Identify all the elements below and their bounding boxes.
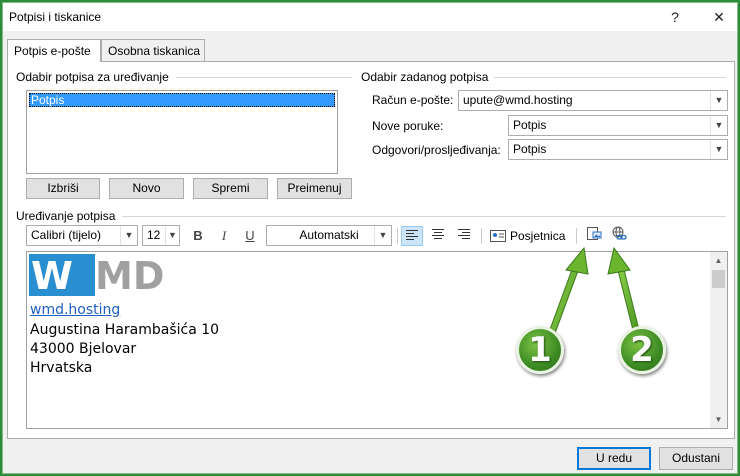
scroll-thumb[interactable] bbox=[712, 270, 725, 288]
align-left-icon[interactable] bbox=[401, 226, 423, 246]
chevron-down-icon: ▼ bbox=[120, 226, 137, 245]
edit-signature-heading: Uređivanje potpisa bbox=[16, 209, 116, 223]
default-signature-heading: Odabir zadanog potpisa bbox=[361, 70, 489, 84]
font-color-value: Automatski bbox=[299, 228, 359, 242]
signature-list[interactable]: Potpis bbox=[26, 90, 338, 174]
wmd-logo: W MD bbox=[29, 254, 185, 298]
underline-button[interactable]: U bbox=[240, 226, 260, 246]
tab-personal-stationery[interactable]: Osobna tiskanica bbox=[101, 39, 205, 61]
editor-scrollbar[interactable]: ▲ ▼ bbox=[710, 252, 727, 428]
font-color-select[interactable]: Automatski ▼ bbox=[266, 225, 392, 246]
account-select[interactable]: upute@wmd.hosting ▼ bbox=[458, 90, 728, 111]
scroll-down-icon[interactable]: ▼ bbox=[710, 411, 727, 428]
insert-picture-icon[interactable] bbox=[583, 226, 605, 246]
ok-button[interactable]: U redu bbox=[577, 447, 651, 470]
list-item[interactable]: Potpis bbox=[29, 93, 335, 107]
chevron-down-icon: ▼ bbox=[374, 226, 391, 245]
divider bbox=[176, 77, 352, 78]
replies-label: Odgovori/prosljeđivanja: bbox=[372, 143, 501, 157]
title-bar: Potpisi i tiskanice ? ✕ bbox=[3, 3, 737, 31]
business-card-icon bbox=[490, 229, 506, 246]
tab-email-signature[interactable]: Potpis e-pošte bbox=[7, 39, 101, 62]
window-title: Potpisi i tiskanice bbox=[9, 10, 102, 24]
chevron-down-icon: ▼ bbox=[710, 140, 727, 159]
help-button[interactable]: ? bbox=[661, 6, 689, 28]
signatures-dialog: Potpisi i tiskanice ? ✕ Potpis e-pošte O… bbox=[2, 2, 738, 474]
account-label: Račun e-pošte: bbox=[372, 93, 454, 107]
replies-select[interactable]: Potpis ▼ bbox=[508, 139, 728, 160]
divider bbox=[122, 216, 726, 217]
formatting-toolbar: Calibri (tijelo) ▼ 12 ▼ B I U Automatski… bbox=[26, 224, 726, 248]
cancel-button[interactable]: Odustani bbox=[659, 447, 733, 470]
font-value: Calibri (tijelo) bbox=[31, 228, 102, 242]
annotation-badge-1: 1 bbox=[516, 326, 564, 374]
divider bbox=[494, 77, 726, 78]
new-messages-value: Potpis bbox=[513, 118, 547, 132]
font-size-select[interactable]: 12 ▼ bbox=[142, 225, 180, 246]
select-signature-heading: Odabir potpisa za uređivanje bbox=[16, 70, 169, 84]
logo-letters-md: MD bbox=[95, 254, 164, 296]
account-value: upute@wmd.hosting bbox=[463, 93, 573, 107]
signature-address: Augustina Harambašića 10 bbox=[30, 322, 220, 338]
close-button[interactable]: ✕ bbox=[705, 6, 733, 28]
align-right-icon[interactable] bbox=[453, 226, 475, 246]
separator bbox=[481, 228, 482, 244]
scroll-up-icon[interactable]: ▲ bbox=[710, 252, 727, 269]
delete-button[interactable]: Izbriši bbox=[26, 178, 100, 199]
business-card-label: Posjetnica bbox=[510, 229, 566, 243]
signature-city: 43000 Bjelovar bbox=[30, 341, 137, 357]
separator bbox=[397, 228, 398, 244]
annotation-badge-2: 2 bbox=[618, 326, 666, 374]
font-size-value: 12 bbox=[147, 228, 161, 242]
new-messages-label: Nove poruke: bbox=[372, 119, 444, 133]
signature-link[interactable]: wmd.hosting bbox=[30, 302, 120, 318]
chevron-down-icon: ▼ bbox=[165, 226, 179, 245]
rename-button[interactable]: Preimenuj bbox=[277, 178, 352, 199]
insert-hyperlink-icon[interactable] bbox=[609, 226, 631, 246]
business-card-button[interactable]: Posjetnica bbox=[488, 226, 570, 246]
replies-value: Potpis bbox=[513, 142, 547, 156]
signature-country: Hrvatska bbox=[30, 360, 93, 376]
signature-panel: Odabir potpisa za uređivanje Potpis Izbr… bbox=[7, 61, 735, 439]
new-button[interactable]: Novo bbox=[109, 178, 184, 199]
italic-button[interactable]: I bbox=[214, 226, 234, 246]
bold-button[interactable]: B bbox=[188, 226, 208, 246]
new-messages-select[interactable]: Potpis ▼ bbox=[508, 115, 728, 136]
save-button[interactable]: Spremi bbox=[193, 178, 268, 199]
chevron-down-icon: ▼ bbox=[710, 91, 727, 110]
align-center-icon[interactable] bbox=[427, 226, 449, 246]
separator bbox=[576, 228, 577, 244]
chevron-down-icon: ▼ bbox=[710, 116, 727, 135]
font-select[interactable]: Calibri (tijelo) ▼ bbox=[26, 225, 138, 246]
logo-letter-w: W bbox=[31, 254, 73, 296]
